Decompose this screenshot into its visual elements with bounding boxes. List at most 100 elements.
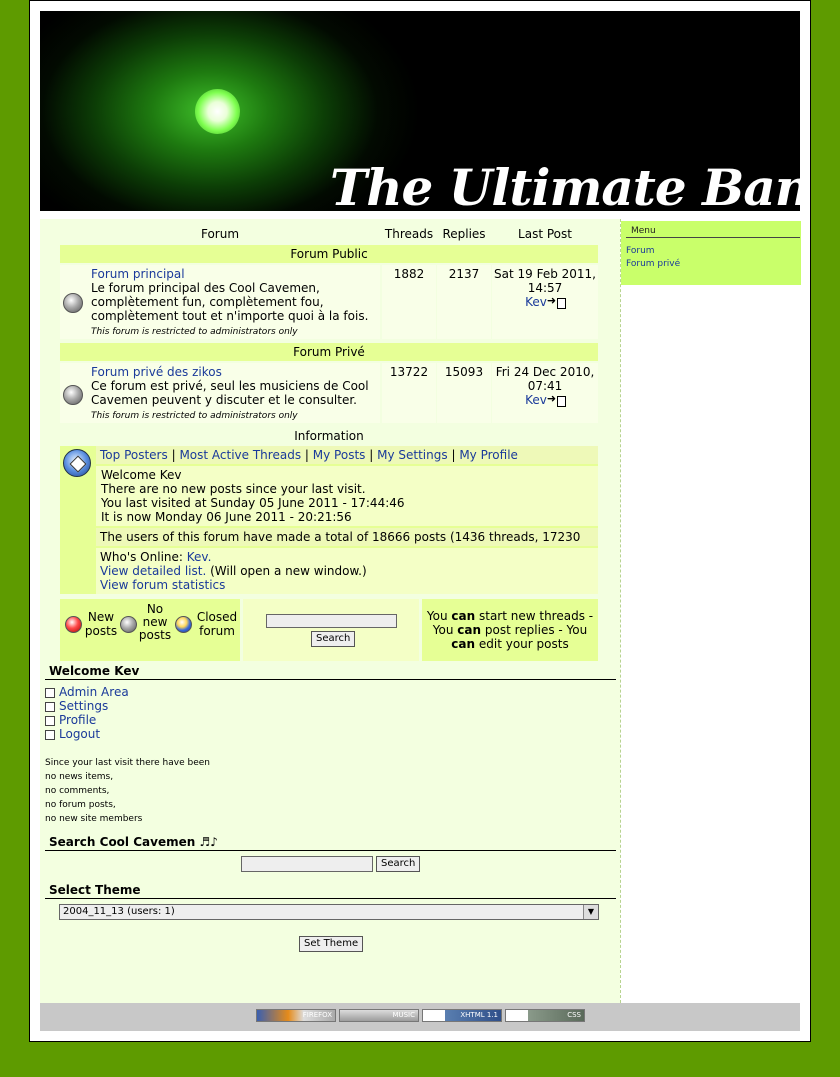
forum-restriction: This forum is restricted to administrato…: [91, 411, 298, 421]
last-post-date: Sat 19 Feb 2011, 14:57: [494, 267, 596, 295]
last-post-date: Fri 24 Dec 2010, 07:41: [495, 365, 595, 393]
go-to-post-icon[interactable]: [547, 392, 566, 407]
forum-link[interactable]: Forum principal: [91, 267, 185, 281]
last-post-user[interactable]: Kev: [525, 295, 547, 309]
reply-count: 2137: [437, 265, 491, 339]
settings-link[interactable]: Settings: [59, 699, 108, 713]
online-box: Who's Online: Kev. View detailed list. (…: [96, 548, 598, 594]
forum-description: Le forum principal des Cool Cavemen, com…: [91, 281, 369, 323]
banner-glow: [195, 89, 240, 134]
user-menu-title: Welcome Kev: [45, 664, 616, 680]
bullet-icon: [45, 687, 55, 698]
banner-title: The Ultimate Band: [330, 158, 800, 211]
since-line: no comments,: [45, 786, 110, 796]
css-badge[interactable]: CSS: [505, 1009, 585, 1022]
thread-count: 13722: [382, 363, 436, 423]
reply-count: 15093: [437, 363, 491, 423]
info-heading: Information: [294, 429, 364, 443]
firefox-badge[interactable]: FIREFOX: [256, 1009, 336, 1022]
my-settings-link[interactable]: My Settings: [377, 448, 448, 462]
separator: |: [171, 448, 176, 462]
legend-no-new-posts: No new posts: [138, 602, 172, 642]
perm-text: edit your posts: [478, 637, 569, 651]
footer: FIREFOX MUSIC XHTML 1.1 CSS: [40, 1003, 800, 1031]
online-label: Who's Online:: [100, 550, 183, 564]
music-badge[interactable]: MUSIC: [339, 1009, 419, 1022]
theme-selected: 2004_11_13 (users: 1): [63, 906, 175, 917]
online-user-link[interactable]: Kev.: [187, 550, 212, 564]
site-search-input[interactable]: [241, 856, 373, 872]
perm-can: can: [457, 623, 482, 637]
info-icon: [63, 449, 91, 477]
right-sidebar: Menu Forum Forum privé: [620, 219, 801, 1003]
perm-can: can: [451, 637, 476, 651]
separator: |: [304, 448, 309, 462]
thread-count: 1882: [382, 265, 436, 339]
since-last-visit: Since your last visit there have been no…: [45, 756, 210, 826]
bullet-icon: [45, 729, 55, 740]
xhtml-badge[interactable]: XHTML 1.1: [422, 1009, 502, 1022]
since-line: no news items,: [45, 772, 114, 782]
forum-stats-link[interactable]: View forum statistics: [100, 578, 225, 592]
no-new-posts-icon: [63, 293, 83, 313]
since-line: no forum posts,: [45, 800, 116, 810]
no-new-posts-icon: [120, 616, 137, 633]
side-menu-forum-prive[interactable]: Forum privé: [626, 259, 680, 269]
dropdown-arrow-icon[interactable]: ▼: [583, 905, 598, 919]
go-to-post-icon[interactable]: [547, 294, 566, 309]
last-post-user[interactable]: Kev: [525, 393, 547, 407]
admin-area-link[interactable]: Admin Area: [59, 685, 129, 699]
site-search-button[interactable]: Search: [376, 856, 421, 872]
perm-text: You: [426, 609, 448, 623]
perm-can: can: [451, 609, 476, 623]
separator: |: [451, 448, 456, 462]
side-menu-forum[interactable]: Forum: [626, 246, 655, 256]
side-menu-title: Menu: [626, 226, 800, 238]
separator: |: [369, 448, 374, 462]
col-last-post: Last Post: [518, 227, 572, 241]
forum-link[interactable]: Forum privé des zikos: [91, 365, 222, 379]
last-visit-text: You last visited at Sunday 05 June 2011 …: [101, 496, 405, 510]
theme-select[interactable]: 2004_11_13 (users: 1) ▼: [59, 904, 599, 920]
forum-search-input[interactable]: [266, 614, 397, 628]
forum-restriction: This forum is restricted to administrato…: [91, 327, 298, 337]
most-active-threads-link[interactable]: Most Active Threads: [179, 448, 301, 462]
site-search-title: Search Cool Cavemen ♬♪: [45, 835, 616, 851]
category-header: Forum Public: [60, 245, 598, 263]
bullet-icon: [45, 701, 55, 712]
post-totals: The users of this forum have made a tota…: [96, 528, 598, 562]
since-line: Since your last visit there have been: [45, 758, 210, 768]
forum-search-button[interactable]: Search: [311, 631, 356, 647]
since-line: no new site members: [45, 814, 143, 824]
bullet-icon: [45, 715, 55, 726]
my-profile-link[interactable]: My Profile: [459, 448, 518, 462]
col-forum: Forum: [200, 227, 240, 241]
forum-row: Forum principal Le forum principal des C…: [60, 265, 380, 339]
page-frame: The Ultimate Band Forum Threads Replies …: [29, 0, 811, 1042]
my-posts-link[interactable]: My Posts: [313, 448, 366, 462]
forum-search-box: Search: [243, 599, 419, 661]
new-posts-icon: [65, 616, 82, 633]
col-threads: Threads: [384, 227, 434, 241]
forum-row: Forum privé des zikos Ce forum est privé…: [60, 363, 380, 423]
logout-link[interactable]: Logout: [59, 727, 100, 741]
welcome-box: Welcome Kev There are no new posts since…: [96, 466, 598, 526]
info-panel: Top Posters | Most Active Threads | My P…: [60, 446, 598, 594]
col-replies: Replies: [442, 227, 486, 241]
side-menu: Menu Forum Forum privé: [621, 221, 801, 285]
top-posters-link[interactable]: Top Posters: [100, 448, 168, 462]
welcome-text: Welcome Kev: [101, 468, 182, 482]
profile-link[interactable]: Profile: [59, 713, 96, 727]
user-menu-list: Admin Area Settings Profile Logout: [45, 685, 129, 741]
theme-title: Select Theme: [45, 883, 616, 899]
last-post-cell: Fri 24 Dec 2010, 07:41 Kev: [492, 363, 598, 423]
no-new-posts-text: There are no new posts since your last v…: [101, 482, 366, 496]
new-window-note: (Will open a new window.): [210, 564, 367, 578]
closed-forum-icon: [175, 616, 192, 633]
legend-box: New posts No new posts Closed forum: [60, 599, 240, 661]
no-new-posts-icon: [63, 385, 83, 405]
info-links: Top Posters | Most Active Threads | My P…: [96, 446, 598, 464]
last-post-cell: Sat 19 Feb 2011, 14:57 Kev: [492, 265, 598, 339]
set-theme-button[interactable]: Set Theme: [299, 936, 364, 952]
detailed-list-link[interactable]: View detailed list.: [100, 564, 206, 578]
